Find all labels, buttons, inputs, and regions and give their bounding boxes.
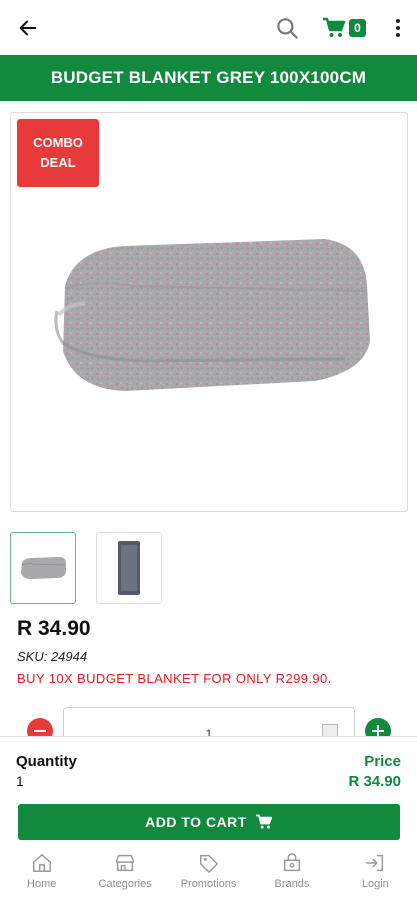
cart-icon (323, 17, 346, 37)
back-button[interactable] (14, 14, 42, 42)
add-to-cart-label: ADD TO CART (145, 814, 247, 830)
product-price: R 34.90 (17, 617, 91, 640)
search-icon (277, 18, 298, 39)
thumbnail-blanket-image (21, 557, 66, 579)
decrease-quantity-button[interactable] (27, 718, 53, 736)
quantity-input-value: 1 (205, 727, 213, 736)
login-icon (366, 854, 384, 872)
home-icon (32, 854, 51, 872)
thumbnail-1[interactable] (10, 532, 76, 604)
thumbnail-2[interactable] (96, 532, 162, 604)
bottom-navigation: Home Categories Promotions Brands Login (0, 848, 417, 900)
product-image (54, 239, 370, 391)
price-value: R 34.90 (348, 773, 401, 790)
quantity-value: 1 (16, 773, 24, 789)
promo-text: BUY 10X BUDGET BLANKET FOR ONLY R299.90. (17, 671, 332, 686)
tab-home[interactable]: Home (0, 848, 83, 900)
cart-count-badge: 0 (349, 19, 366, 37)
more-vertical-icon[interactable] (388, 16, 408, 40)
quantity-input[interactable]: 1 (63, 707, 355, 736)
cart-icon (255, 814, 272, 829)
tab-home-label: Home (27, 878, 57, 890)
store-icon (116, 854, 135, 872)
increase-quantity-button[interactable] (365, 718, 391, 736)
price-label: Price (364, 753, 401, 770)
product-image-card[interactable]: COMBO DEAL (10, 112, 408, 512)
tab-promotions[interactable]: Promotions (167, 848, 250, 900)
add-to-cart-button[interactable]: ADD TO CART (18, 804, 400, 840)
thumbnail-package-image (118, 541, 140, 595)
search-button[interactable] (274, 15, 300, 41)
brands-icon (283, 853, 300, 872)
quantity-label: Quantity (16, 753, 77, 770)
page-title: BUDGET BLANKET GREY 100X100CM (0, 55, 417, 101)
quantity-stepper: 1 (0, 706, 417, 736)
cart-button[interactable]: 0 (322, 16, 366, 40)
top-app-bar: 0 (0, 0, 417, 55)
arrow-left-icon (19, 20, 37, 36)
thumbnail-strip (10, 532, 162, 604)
combo-deal-badge: COMBO DEAL (17, 119, 99, 187)
tab-login-label: Login (361, 878, 389, 890)
tag-icon (199, 854, 218, 873)
tab-brands-label: Brands (274, 878, 310, 890)
quantity-spinner[interactable] (322, 724, 338, 736)
tab-categories-label: Categories (98, 878, 152, 890)
tab-promotions-label: Promotions (180, 878, 237, 890)
tab-login[interactable]: Login (334, 848, 417, 900)
tab-categories[interactable]: Categories (83, 848, 166, 900)
tab-brands[interactable]: Brands (250, 848, 333, 900)
product-sku: SKU: 24944 (17, 649, 88, 664)
